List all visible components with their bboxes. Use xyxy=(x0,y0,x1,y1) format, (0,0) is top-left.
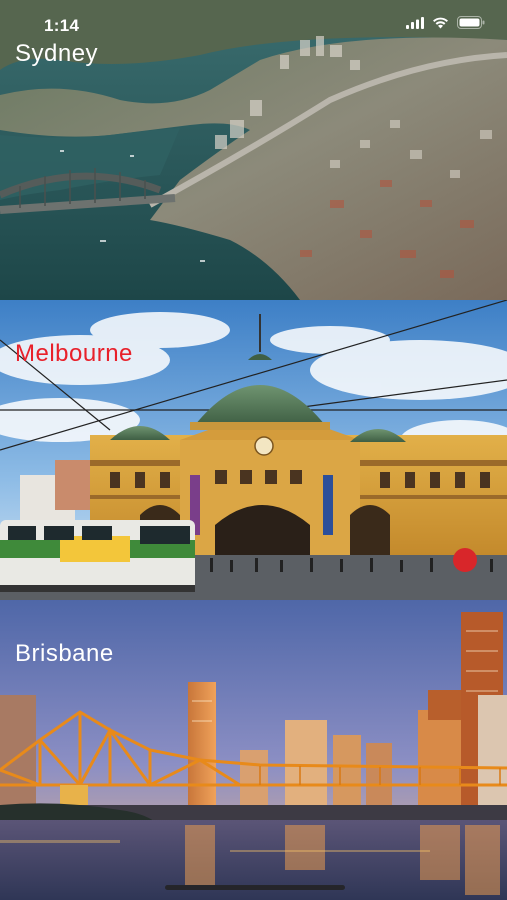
city-label-melbourne: Melbourne xyxy=(15,340,133,367)
city-card-melbourne[interactable]: Melbourne xyxy=(0,300,507,600)
battery-icon xyxy=(457,16,485,29)
status-bar: 1:14 xyxy=(0,0,507,50)
signal-icon xyxy=(406,16,424,29)
home-indicator[interactable] xyxy=(165,885,345,890)
wifi-icon xyxy=(433,17,448,28)
city-label-brisbane: Brisbane xyxy=(15,640,114,667)
status-time: 1:14 xyxy=(44,16,80,35)
status-icons xyxy=(406,16,485,29)
city-card-brisbane[interactable]: Brisbane xyxy=(0,600,507,900)
